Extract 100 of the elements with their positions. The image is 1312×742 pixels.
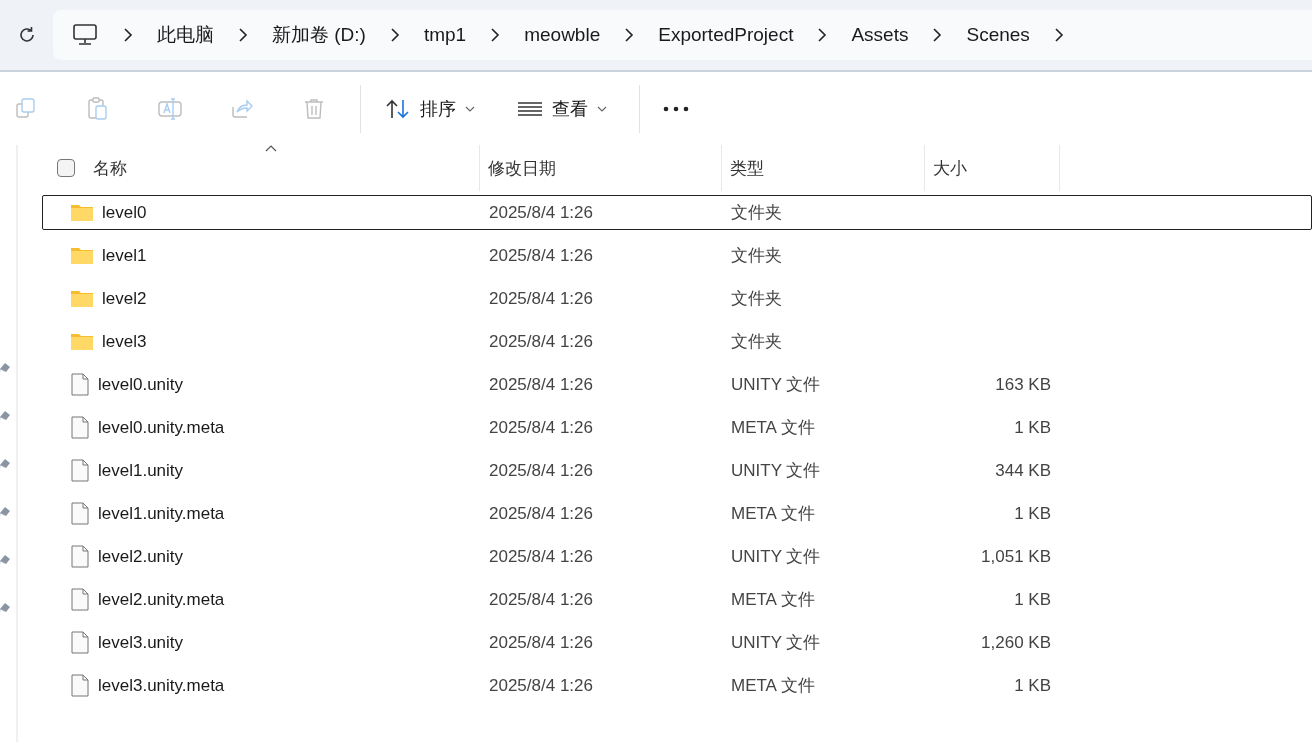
- file-name: level1.unity: [98, 460, 184, 481]
- sort-button[interactable]: 排序: [375, 88, 485, 129]
- breadcrumb[interactable]: Assets: [827, 24, 933, 46]
- modified-date: 2025/8/4 1:26: [488, 331, 594, 352]
- file-type: 文件夹: [730, 331, 783, 353]
- chevron-icon: [123, 27, 133, 43]
- file-size: 1 KB: [1013, 417, 1052, 438]
- file-row[interactable]: level0.unity 2025/8/4 1:26 UNITY 文件 163 KB: [42, 367, 1312, 402]
- file-type: UNITY 文件: [730, 460, 822, 482]
- modified-date: 2025/8/4 1:26: [488, 675, 594, 696]
- modified-date: 2025/8/4 1:26: [488, 245, 594, 266]
- folder-icon: [71, 204, 93, 221]
- file-size: 1 KB: [1013, 503, 1052, 524]
- breadcrumb[interactable]: ExportedProject: [634, 24, 818, 46]
- caret-icon: [597, 105, 607, 112]
- column-header[interactable]: 大小: [925, 145, 1060, 191]
- file-icon: [71, 588, 89, 611]
- file-name: level1.unity.meta: [98, 503, 225, 524]
- sort-arrows-icon: [385, 97, 411, 120]
- file-name: level2.unity.meta: [98, 589, 225, 610]
- modified-date: 2025/8/4 1:26: [488, 632, 594, 653]
- list-lines-icon: [517, 100, 543, 117]
- file-row[interactable]: level2.unity 2025/8/4 1:26 UNITY 文件 1,051 KB: [42, 539, 1312, 574]
- file-row[interactable]: level1 2025/8/4 1:26 文件夹: [42, 238, 1312, 273]
- column-header-cell[interactable]: 名称: [42, 145, 480, 191]
- file-icon: [71, 545, 89, 568]
- chevron-icon: [817, 27, 828, 43]
- file-name: level0: [102, 202, 147, 223]
- chevron-icon: [389, 27, 400, 43]
- file-name: level1: [102, 245, 147, 266]
- rename-icon: [158, 96, 182, 121]
- paste-icon: [86, 96, 110, 121]
- chevron-icon: [624, 27, 635, 43]
- file-icon: [71, 416, 89, 439]
- refresh-icon[interactable]: [17, 25, 37, 45]
- file-icon: [71, 502, 89, 525]
- file-row[interactable]: level1.unity.meta 2025/8/4 1:26 META 文件 1 KB: [42, 496, 1312, 531]
- file-name: level2: [102, 288, 147, 309]
- file-type: 文件夹: [730, 202, 783, 224]
- address-bar[interactable]: 此电脑 新加卷 (D:) tmp1 meowble ExportedProject Assets Scenes: [53, 10, 1312, 60]
- file-type: META 文件: [730, 417, 816, 439]
- breadcrumb[interactable]: Scenes: [942, 24, 1054, 46]
- chevron-icon: [1053, 27, 1064, 43]
- monitor-icon[interactable]: [73, 24, 97, 46]
- file-icon: [71, 459, 89, 482]
- file-icon: [71, 631, 89, 654]
- file-name: level2.unity: [98, 546, 184, 567]
- chevron-icon: [932, 27, 943, 43]
- modified-date: 2025/8/4 1:26: [488, 288, 594, 309]
- file-name: level3: [102, 331, 147, 352]
- file-size: 163 KB: [994, 374, 1052, 395]
- caret-icon: [465, 105, 475, 112]
- file-size: 1 KB: [1013, 589, 1052, 610]
- sort-up-icon: [264, 145, 277, 152]
- file-type: UNITY 文件: [730, 546, 822, 568]
- modified-date: 2025/8/4 1:26: [488, 374, 594, 395]
- file-row[interactable]: level3.unity 2025/8/4 1:26 UNITY 文件 1,260 KB: [42, 625, 1312, 660]
- column-header[interactable]: 类型: [722, 145, 925, 191]
- folder-icon: [71, 290, 93, 307]
- file-size: 1 KB: [1013, 675, 1052, 696]
- file-icon: [71, 674, 89, 697]
- column-label: 名称: [93, 157, 127, 180]
- breadcrumb[interactable]: meowble: [500, 24, 625, 46]
- file-name: level3.unity.meta: [98, 675, 225, 696]
- file-type: META 文件: [730, 503, 816, 525]
- file-row[interactable]: level0.unity.meta 2025/8/4 1:26 META 文件 1 KB: [42, 410, 1312, 445]
- chevron-icon: [490, 27, 501, 43]
- file-name: level0.unity: [98, 374, 184, 395]
- file-type: UNITY 文件: [730, 632, 822, 654]
- file-row[interactable]: level2 2025/8/4 1:26 文件夹: [42, 281, 1312, 316]
- chevron-icon: [238, 27, 248, 43]
- file-row[interactable]: level1.unity 2025/8/4 1:26 UNITY 文件 344 KB: [42, 453, 1312, 488]
- folder-icon: [71, 247, 93, 264]
- file-row[interactable]: level0 2025/8/4 1:26 文件夹: [42, 195, 1312, 230]
- select-all-checkbox[interactable]: [57, 159, 75, 177]
- file-type: UNITY 文件: [730, 374, 822, 396]
- file-type: META 文件: [730, 675, 816, 697]
- folder-icon: [71, 333, 93, 350]
- file-row[interactable]: level2.unity.meta 2025/8/4 1:26 META 文件 1 KB: [42, 582, 1312, 617]
- modified-date: 2025/8/4 1:26: [488, 589, 594, 610]
- breadcrumb[interactable]: tmp1: [399, 24, 491, 46]
- modified-date: 2025/8/4 1:26: [488, 546, 594, 567]
- file-size: 1,051 KB: [980, 546, 1052, 567]
- breadcrumb[interactable]: 新加卷 (D:): [248, 22, 390, 48]
- modified-date: 2025/8/4 1:26: [488, 202, 594, 223]
- modified-date: 2025/8/4 1:26: [488, 503, 594, 524]
- file-type: META 文件: [730, 589, 816, 611]
- modified-date: 2025/8/4 1:26: [488, 417, 594, 438]
- file-row[interactable]: level3.unity.meta 2025/8/4 1:26 META 文件 1 KB: [42, 668, 1312, 703]
- breadcrumb[interactable]: 此电脑: [133, 22, 238, 48]
- file-icon: [71, 373, 89, 396]
- delete-icon: [302, 96, 326, 121]
- file-name: level3.unity: [98, 632, 184, 653]
- file-type: 文件夹: [730, 288, 783, 310]
- view-button[interactable]: 查看: [507, 88, 617, 129]
- file-type: 文件夹: [730, 245, 783, 267]
- column-header[interactable]: 修改日期: [480, 145, 722, 191]
- file-row[interactable]: level3 2025/8/4 1:26 文件夹: [42, 324, 1312, 359]
- file-size: 344 KB: [994, 460, 1052, 481]
- copy-icon: [14, 96, 38, 121]
